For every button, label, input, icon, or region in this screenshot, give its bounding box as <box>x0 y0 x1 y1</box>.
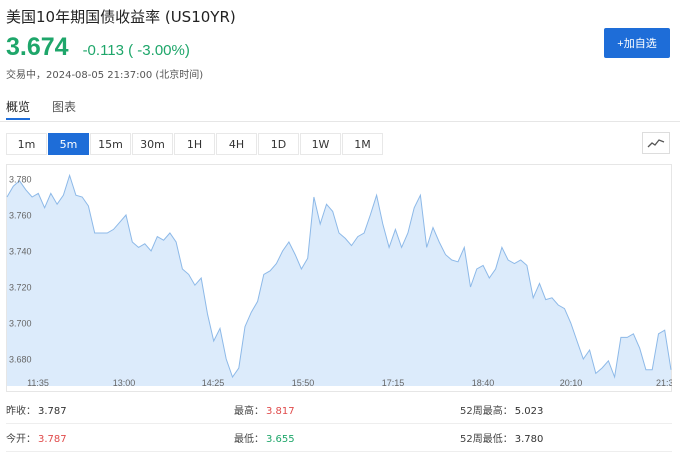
x-tick-label: 17:15 <box>382 378 405 388</box>
x-tick-label: 21:3 <box>656 378 672 388</box>
period-1m[interactable]: 1m <box>6 133 47 155</box>
stat-52w-low: 52周最低： 3.780 <box>460 434 544 445</box>
stats-panel: 昨收： 3.787 最高： 3.817 52周最高： 5.023 今开： 3.787 最… <box>6 396 672 452</box>
period-selector: 1m 5m 15m 30m 1H 4H 1D 1W 1M <box>6 133 384 155</box>
stat-open: 今开： 3.787 <box>6 434 67 445</box>
period-1h[interactable]: 1H <box>174 133 215 155</box>
x-tick-label: 11:35 <box>27 378 49 388</box>
price-chart[interactable]: 3.780 3.760 3.740 3.720 3.700 3.680 3.660 11:35… <box>6 164 672 392</box>
trading-status: 交易中，2024-08-05 21:37:00 (北京时间) <box>6 70 204 81</box>
y-tick-label: 3.720 <box>9 283 32 293</box>
price-row: 3.674 -0.113 ( -3.00%) <box>6 33 190 62</box>
stats-row-1: 昨收： 3.787 最高： 3.817 52周最高： 5.023 <box>6 396 672 424</box>
add-watchlist-button[interactable]: +加自选 <box>604 28 670 58</box>
price-change: -0.113 ( -3.00%) <box>82 42 190 59</box>
y-tick-label: 3.740 <box>9 247 32 257</box>
instrument-title: 美国10年期国债收益率 (US10YR) <box>6 8 236 26</box>
period-4h[interactable]: 4H <box>216 133 257 155</box>
y-tick-label: 3.780 <box>9 175 32 185</box>
period-15m[interactable]: 15m <box>90 133 131 155</box>
tab-divider <box>0 121 680 122</box>
stats-row-2: 今开： 3.787 最低： 3.655 52周最低： 3.780 <box>6 424 672 452</box>
y-tick-label: 3.760 <box>9 211 32 221</box>
period-1w[interactable]: 1W <box>300 133 341 155</box>
line-chart-icon <box>647 139 665 148</box>
stat-52w-high: 52周最高： 5.023 <box>460 406 544 417</box>
last-price: 3.674 <box>6 33 69 61</box>
chart-type-toggle[interactable] <box>642 132 670 154</box>
x-tick-label: 15:50 <box>292 378 315 388</box>
stat-low: 最低： 3.655 <box>234 434 295 445</box>
x-tick-label: 18:40 <box>472 378 495 388</box>
x-tick-label: 13:00 <box>113 378 136 388</box>
period-5m[interactable]: 5m <box>48 133 89 155</box>
stat-prev-close: 昨收： 3.787 <box>6 406 67 417</box>
y-tick-label: 3.660 <box>9 391 32 393</box>
y-tick-label: 3.700 <box>9 319 32 329</box>
tab-chart[interactable]: 图表 <box>52 98 76 120</box>
period-30m[interactable]: 30m <box>132 133 173 155</box>
x-tick-label: 14:25 <box>202 378 225 388</box>
tab-overview[interactable]: 概览 <box>6 98 31 120</box>
stat-high: 最高： 3.817 <box>234 406 295 417</box>
view-tabs: 概览 图表 <box>0 98 92 120</box>
price-chart-svg: 3.780 3.760 3.740 3.720 3.700 3.680 3.660 11:35… <box>6 164 672 392</box>
y-tick-label: 3.680 <box>9 355 32 365</box>
x-tick-label: 20:10 <box>560 378 583 388</box>
period-1d[interactable]: 1D <box>258 133 299 155</box>
period-1mo[interactable]: 1M <box>342 133 383 155</box>
